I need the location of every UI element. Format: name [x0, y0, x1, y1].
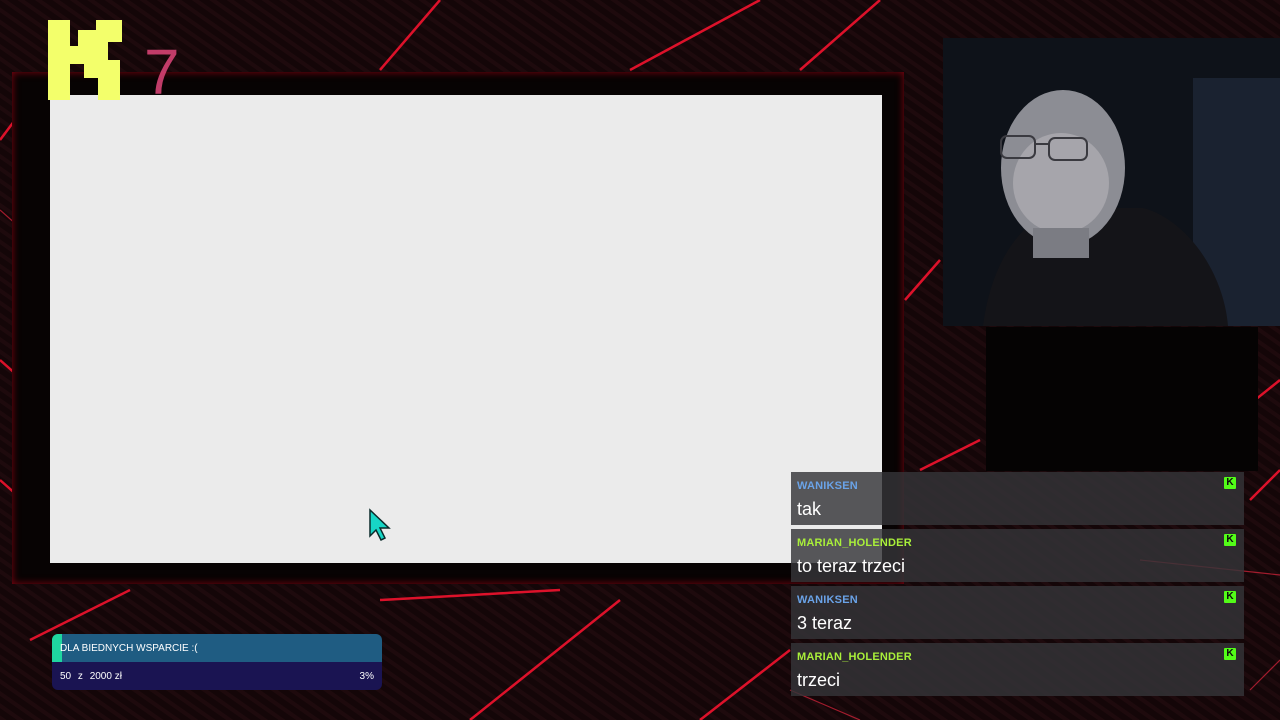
kick-icon: K — [1224, 591, 1236, 603]
mouse-pointer-icon — [369, 508, 391, 542]
kick-icon: K — [1224, 534, 1236, 546]
chat-username: WANIKSEN — [797, 594, 858, 606]
chat-message: MARIAN_HOLENDER trzeci K — [791, 643, 1244, 696]
webcam-feed — [943, 38, 1280, 326]
donation-goal-title: DLA BIEDNYCH WSPARCIE :( — [60, 642, 198, 654]
donation-goal-widget: DLA BIEDNYCH WSPARCIE :( 50 z 2000 zł 3% — [52, 634, 382, 690]
chat-username: WANIKSEN — [797, 480, 858, 492]
donation-goal-header: DLA BIEDNYCH WSPARCIE :( — [52, 634, 382, 662]
chat-message-text: tak — [797, 499, 822, 519]
donation-goal: 2000 zł — [89, 670, 122, 682]
overlay-dark-panel — [986, 327, 1258, 471]
chat-message-text: to teraz trzeci — [797, 556, 906, 576]
chat-message: WANIKSEN tak K — [791, 472, 1244, 525]
chat-overlay: WANIKSEN tak K MARIAN_HOLENDER to teraz … — [791, 472, 1244, 696]
chat-username: MARIAN_HOLENDER — [797, 651, 912, 663]
chat-message-text: 3 teraz — [797, 613, 853, 633]
chat-message: MARIAN_HOLENDER to teraz trzeci K — [791, 529, 1244, 582]
svg-text:7: 7 — [144, 36, 180, 106]
shared-screen-blank — [50, 95, 882, 563]
chat-username: MARIAN_HOLENDER — [797, 537, 912, 549]
donation-amount: 50 z 2000 zł — [60, 671, 126, 682]
kick-icon: K — [1224, 648, 1236, 660]
k7-logo-icon: 7 — [48, 20, 180, 106]
chat-message-text: trzeci — [797, 670, 841, 690]
chat-message: WANIKSEN 3 teraz K — [791, 586, 1244, 639]
donation-goal-footer: 50 z 2000 zł 3% — [52, 662, 382, 690]
donation-percent: 3% — [359, 670, 374, 682]
donation-current: 50 — [60, 670, 72, 682]
kick-icon: K — [1224, 477, 1236, 489]
donation-separator: z — [77, 670, 83, 682]
